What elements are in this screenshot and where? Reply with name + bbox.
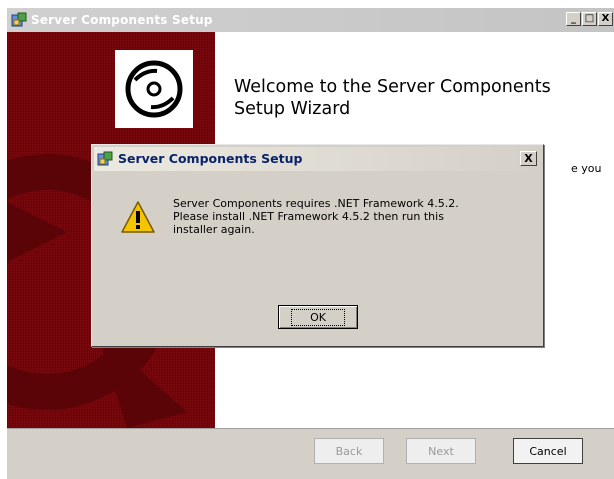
- window-title: Server Components Setup: [31, 13, 213, 27]
- maximize-button[interactable]: □: [582, 12, 597, 26]
- minimize-button[interactable]: _: [566, 12, 581, 26]
- close-button[interactable]: X: [598, 12, 613, 26]
- message-line: Please install .NET Framework 4.5.2 then…: [173, 210, 444, 223]
- back-button[interactable]: Back: [314, 438, 384, 464]
- error-dialog: Server Components Setup X Server Compone…: [91, 144, 544, 347]
- next-button[interactable]: Next: [406, 438, 476, 464]
- installer-icon: [11, 12, 27, 27]
- ok-button-label: OK: [291, 308, 345, 326]
- cd-logo-box: [115, 50, 193, 128]
- welcome-partial-text: e you: [571, 162, 602, 175]
- welcome-heading: Welcome to the Server Components Setup W…: [234, 77, 551, 119]
- message-line: installer again.: [173, 223, 255, 236]
- dialog-message: Server Components requires .NET Framewor…: [173, 197, 513, 236]
- dialog-close-button[interactable]: X: [520, 151, 537, 166]
- warning-icon: [121, 201, 155, 233]
- cancel-button[interactable]: Cancel: [513, 438, 583, 464]
- installer-icon: [97, 151, 113, 166]
- window-title-bar[interactable]: Server Components Setup _ □ X: [7, 8, 614, 32]
- wizard-footer: Back Next Cancel: [7, 428, 614, 479]
- dialog-title: Server Components Setup: [118, 151, 303, 166]
- message-line: Server Components requires .NET Framewor…: [173, 197, 459, 210]
- ok-button[interactable]: OK: [278, 305, 358, 329]
- dialog-title-bar[interactable]: Server Components Setup X: [94, 147, 541, 171]
- cd-icon: [125, 60, 183, 118]
